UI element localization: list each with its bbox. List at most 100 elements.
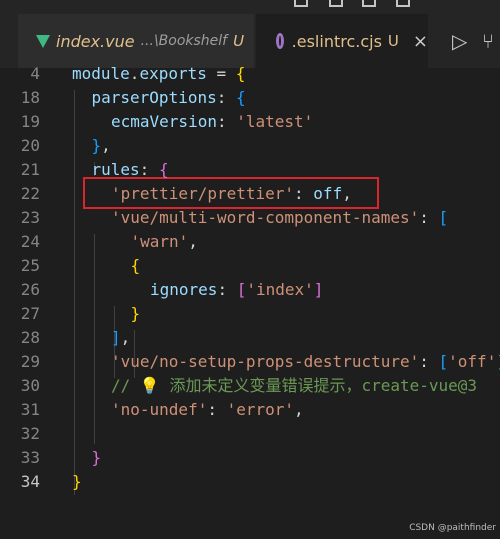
code-token: { (158, 160, 169, 179)
line-number: 34 (20, 472, 40, 491)
code-token: ecmaVersion (111, 112, 217, 131)
code-token: 'prettier/prettier' (111, 184, 295, 203)
line-number: 25 (20, 256, 40, 275)
code-line[interactable]: 23 'vue/multi-word-component-names': [ (0, 206, 500, 230)
vue-file-icon (36, 34, 50, 48)
code-line[interactable]: 22 'prettier/prettier': off, (0, 182, 500, 206)
layout-icon[interactable] (362, 0, 376, 7)
code-token: 'index' (246, 280, 314, 299)
code-token: 'vue/multi-word-component-names' (111, 208, 420, 227)
tab-description: ...\Bookshelf (140, 33, 228, 49)
code-token: : (217, 280, 237, 299)
tab-status: U (233, 32, 245, 50)
code-text: // 💡 添加未定义变量错误提示，create-vue@3 (111, 374, 477, 398)
code-line[interactable]: 32 (0, 422, 500, 446)
tab-index-vue[interactable]: index.vue ...\Bookshelf U (18, 14, 254, 68)
run-icon[interactable]: ▷ (452, 14, 467, 68)
code-token: } (130, 304, 141, 323)
code-token: . (129, 64, 140, 83)
code-line[interactable]: 18 parserOptions: { (0, 86, 500, 110)
code-text: }, (92, 134, 111, 158)
close-icon[interactable]: × (413, 31, 428, 52)
code-token: 'vue/no-setup-props-destructure' (111, 352, 420, 371)
code-text: ecmaVersion: 'latest' (111, 110, 313, 134)
code-line[interactable]: 29 'vue/no-setup-props-destructure': ['of… (0, 350, 500, 374)
code-token: { (236, 88, 246, 107)
code-token: ] (313, 280, 324, 299)
code-token: 'error' (226, 400, 295, 419)
code-line[interactable]: 19 ecmaVersion: 'latest' (0, 110, 500, 134)
tab-eslintrc[interactable]: .eslintrc.cjs U × (256, 14, 428, 68)
line-number: 22 (20, 184, 40, 203)
code-text: 'vue/no-setup-props-destructure': ['off'… (111, 350, 500, 374)
code-line[interactable]: 20}, (0, 134, 500, 158)
code-text: 'prettier/prettier': off, (111, 182, 352, 206)
code-line[interactable]: 34} (0, 470, 500, 494)
tab-bar: index.vue ...\Bookshelf U .eslintrc.cjs … (0, 14, 500, 68)
code-token: [ (438, 208, 449, 227)
code-text: 'vue/multi-word-component-names': [ (111, 206, 448, 230)
line-number: 28 (20, 328, 40, 347)
code-token: { (130, 256, 141, 275)
code-token: : (207, 400, 227, 419)
tab-status: U (387, 32, 399, 50)
code-token: } (72, 472, 82, 491)
layout-icon[interactable] (294, 0, 308, 7)
code-token: : (216, 88, 236, 107)
code-token: 'no-undef' (111, 400, 208, 419)
line-number: 4 (30, 64, 40, 83)
code-token: exports (139, 64, 207, 83)
code-token: // 💡 添加未定义变量错误提示，create-vue@3 (111, 376, 478, 395)
code-token: 'warn' (130, 232, 189, 251)
code-token: : (294, 184, 314, 203)
code-line[interactable]: 26 ignores: ['index'] (0, 278, 500, 302)
code-text: ignores: ['index'] (150, 278, 323, 302)
tab-label: .eslintrc.cjs (291, 31, 382, 51)
code-text: 'warn', (131, 230, 198, 254)
code-token: , (188, 232, 198, 251)
code-line[interactable]: 30 // 💡 添加未定义变量错误提示，create-vue@3 (0, 374, 500, 398)
line-number: 23 (20, 208, 40, 227)
code-text: } (72, 470, 82, 494)
code-line[interactable]: 4 module.exports = { (0, 62, 500, 86)
code-line[interactable]: 27} (0, 302, 500, 326)
line-number: 20 (20, 136, 40, 155)
split-editor-icon[interactable]: ⑂ (482, 14, 494, 68)
code-token: [ (236, 280, 247, 299)
code-token: parserOptions (91, 88, 217, 107)
code-token: , (294, 400, 304, 419)
layout-icon[interactable] (329, 0, 343, 7)
code-text: rules: { (92, 158, 169, 182)
code-editor[interactable]: 4 module.exports = {18 parserOptions: {19 e… (0, 62, 500, 539)
title-strip (0, 0, 500, 14)
code-line[interactable]: 33} (0, 446, 500, 470)
code-line[interactable]: 24 'warn', (0, 230, 500, 254)
code-token: ignores (150, 280, 218, 299)
code-token: off (313, 184, 343, 203)
code-text: module.exports = { (72, 62, 245, 86)
line-number: 21 (20, 160, 40, 179)
code-token: , (101, 136, 111, 155)
code-line[interactable]: 21 rules: { (0, 158, 500, 182)
code-text: } (131, 302, 141, 326)
code-text: ], (111, 326, 130, 350)
code-token: ] (111, 328, 121, 347)
code-line[interactable]: 25 { (0, 254, 500, 278)
line-number: 33 (20, 448, 40, 467)
code-token: : (419, 352, 439, 371)
line-number: 26 (20, 280, 40, 299)
code-token: , (342, 184, 352, 203)
code-token: , (120, 328, 131, 347)
code-token: : (419, 208, 439, 227)
code-token: 'latest' (236, 112, 314, 131)
layout-icon[interactable] (396, 0, 410, 7)
line-number: 30 (20, 376, 40, 395)
line-number: 27 (20, 304, 40, 323)
code-text: 'no-undef': 'error', (111, 398, 304, 422)
code-token: 'off' (448, 352, 497, 371)
tab-label: index.vue (56, 31, 135, 51)
code-line[interactable]: 28], (0, 326, 500, 350)
code-text: parserOptions: { (92, 86, 246, 110)
code-token: } (91, 136, 102, 155)
code-line[interactable]: 31 'no-undef': 'error', (0, 398, 500, 422)
